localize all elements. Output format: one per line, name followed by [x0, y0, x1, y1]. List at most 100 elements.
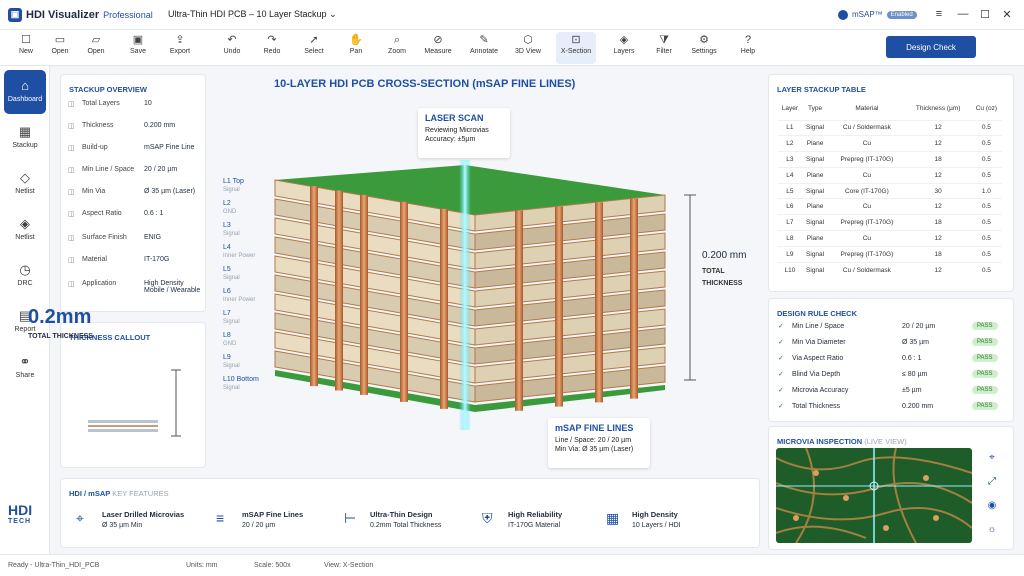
- table-cell: 12: [905, 261, 971, 278]
- sidenav-item-drc[interactable]: ◷ DRC: [4, 254, 46, 298]
- toolbar-help-button[interactable]: ? Help: [728, 32, 768, 64]
- minimize-icon[interactable]: —: [956, 8, 970, 20]
- layer-type: GND: [223, 209, 237, 215]
- table-cell: Plane: [801, 230, 829, 247]
- layer-label-6[interactable]: L6 Inner Power: [223, 288, 255, 304]
- table-cell: Cu / Soldermask: [828, 119, 906, 136]
- toolbar-layers-button[interactable]: ◈ Layers: [604, 32, 644, 64]
- table-row[interactable]: L10 Signal Cu / Soldermask 12 0.5: [778, 261, 1002, 278]
- feature-text: High Density 10 Layers / HDI: [632, 510, 681, 529]
- msap-toggle[interactable]: mSAP™ Enabled: [838, 9, 917, 20]
- brightness-icon[interactable]: ☼: [984, 524, 1000, 540]
- thickness-label-1: TOTAL: [702, 268, 725, 275]
- table-row[interactable]: L4 Plane Cu 12 0.5: [778, 166, 1002, 184]
- microvia-live-view[interactable]: [776, 448, 972, 543]
- drc-icon: ◷: [19, 262, 31, 277]
- table-cell: L7: [778, 214, 802, 231]
- table-cell: Plane: [801, 135, 829, 152]
- table-row[interactable]: L9 Signal Prepreg (IT-170G) 18 0.5: [778, 245, 1002, 263]
- sidenav-item-netlist[interactable]: ◈ Netlist: [4, 208, 46, 252]
- table-row[interactable]: L8 Plane Cu 12 0.5: [778, 230, 1002, 247]
- layer-label-8[interactable]: L8 GND: [223, 332, 236, 348]
- app-logo-icon: ▣: [8, 7, 22, 22]
- layer-type: GND: [223, 341, 237, 347]
- toolbar-label: Measure: [424, 48, 452, 55]
- table-row[interactable]: L6 Plane Cu 12 0.5: [778, 198, 1002, 215]
- hand-icon: ✋: [349, 34, 363, 46]
- table-row[interactable]: L5 Signal Core (IT-170G) 30 1.0: [778, 182, 1002, 199]
- layer-label-4[interactable]: L4 Inner Power: [223, 244, 255, 260]
- table-cell: L9: [778, 245, 802, 263]
- design-check-button[interactable]: Design Check: [886, 36, 976, 58]
- copper-via: [555, 206, 563, 407]
- filter-icon: ⧩: [659, 34, 669, 46]
- toolbar-undo-button[interactable]: ↶ Undo: [212, 32, 252, 64]
- status-badge: PASS: [972, 402, 998, 410]
- expand-icon[interactable]: ⤢: [984, 476, 1000, 492]
- feature-title: High Density: [632, 510, 678, 519]
- crosshair-icon[interactable]: ⌖: [984, 452, 1000, 468]
- menu-icon[interactable]: ≡: [932, 8, 946, 20]
- lines-icon: ≡: [216, 510, 225, 526]
- toolbar-x-section-button[interactable]: ⊡ X-Section: [556, 32, 596, 64]
- table-cell: Plane: [801, 166, 829, 184]
- toolbar-measure-button[interactable]: ⊘ Measure: [418, 32, 458, 64]
- layer-label-9[interactable]: L9 Signal: [223, 354, 240, 370]
- toolbar-settings-button[interactable]: ⚙ Settings: [684, 32, 724, 64]
- toolbar-save-button[interactable]: ▣ Save: [118, 32, 158, 64]
- table-cell: Prepreg (IT-170G): [828, 214, 906, 231]
- toolbar-redo-button[interactable]: ↷ Redo: [252, 32, 292, 64]
- toolbar-zoom-button[interactable]: ⌕ Zoom: [377, 32, 417, 64]
- layer-label-7[interactable]: L7 Signal: [223, 310, 240, 326]
- toolbar-select-button[interactable]: ➚ Select: [294, 32, 334, 64]
- toolbar-export-button[interactable]: ⇪ Export: [160, 32, 200, 64]
- toolbar-open-button[interactable]: ▱ Open: [76, 32, 116, 64]
- sidenav-label: Dashboard: [7, 96, 43, 103]
- brand-logo: HDI TECH: [8, 502, 33, 525]
- layer-label-1[interactable]: L1 Top Signal: [223, 178, 244, 194]
- table-cell: 0.5: [970, 198, 1002, 215]
- sidenav-item-share[interactable]: ⚭ Share: [4, 346, 46, 390]
- table-row[interactable]: L7 Signal Prepreg (IT-170G) 18 0.5: [778, 214, 1002, 231]
- toolbar-pan-button[interactable]: ✋ Pan: [336, 32, 376, 64]
- layer-name: L4: [223, 244, 231, 251]
- maximize-icon[interactable]: ☐: [978, 8, 992, 21]
- layer-type: Signal: [223, 187, 240, 193]
- layer-label-3[interactable]: L3 Signal: [223, 222, 240, 238]
- layer-label-2[interactable]: L2 GND: [223, 200, 236, 216]
- netlist-icon: ◇: [20, 170, 30, 185]
- toolbar-3d-view-button[interactable]: ⬡ 3D View: [508, 32, 548, 64]
- sidenav-item-netlist[interactable]: ◇ Netlist: [4, 162, 46, 206]
- toolbar-filter-button[interactable]: ⧩ Filter: [644, 32, 684, 64]
- table-cell: L3: [778, 151, 802, 168]
- document-title[interactable]: Ultra-Thin HDI PCB – 10 Layer Stackup ⌄: [168, 9, 337, 20]
- feature-sub: 20 / 20 µm: [242, 522, 276, 529]
- sidenav-item-dashboard[interactable]: ⌂ Dashboard: [4, 70, 46, 114]
- table-row[interactable]: L2 Plane Cu 12 0.5: [778, 135, 1002, 152]
- drc-value: ≤ 80 µm: [902, 370, 928, 378]
- copper-via: [515, 210, 523, 411]
- layer-type: Signal: [223, 275, 240, 281]
- sidenav-item-stackup[interactable]: ▦ Stackup: [4, 116, 46, 160]
- close-icon[interactable]: ✕: [1000, 8, 1014, 21]
- table-row[interactable]: L3 Signal Prepreg (IT-170G) 18 0.5: [778, 151, 1002, 168]
- table-cell: 18: [905, 245, 971, 263]
- status-view: View: X-Section: [324, 562, 374, 569]
- table-row[interactable]: L1 Signal Cu / Soldermask 12 0.5: [778, 119, 1002, 136]
- sidenav-label: Share: [15, 372, 35, 379]
- table-cell: Plane: [801, 198, 829, 215]
- laser-scan-callout: LASER SCAN Reviewing Microvias Accuracy:…: [418, 108, 510, 158]
- overview-row-value: High Density Mobile / Wearable: [144, 280, 201, 294]
- layer-label-5[interactable]: L5 Signal: [223, 266, 240, 282]
- fine-lines-line2: Min Via: Ø 35 µm (Laser): [555, 446, 634, 453]
- layer-name: L2: [223, 200, 231, 207]
- table-cell: Cu / Soldermask: [828, 261, 906, 278]
- table-cell: 0.5: [970, 214, 1002, 231]
- overview-row-icon: ◫: [68, 235, 75, 242]
- table-cell: 0.5: [970, 245, 1002, 263]
- toolbar-open-button[interactable]: ▭ Open: [40, 32, 80, 64]
- table-cell: 0.5: [970, 166, 1002, 184]
- camera-icon[interactable]: ◉: [984, 500, 1000, 516]
- toolbar-annotate-button[interactable]: ✎ Annotate: [464, 32, 504, 64]
- layer-label-10[interactable]: L10 Bottom Signal: [223, 376, 259, 392]
